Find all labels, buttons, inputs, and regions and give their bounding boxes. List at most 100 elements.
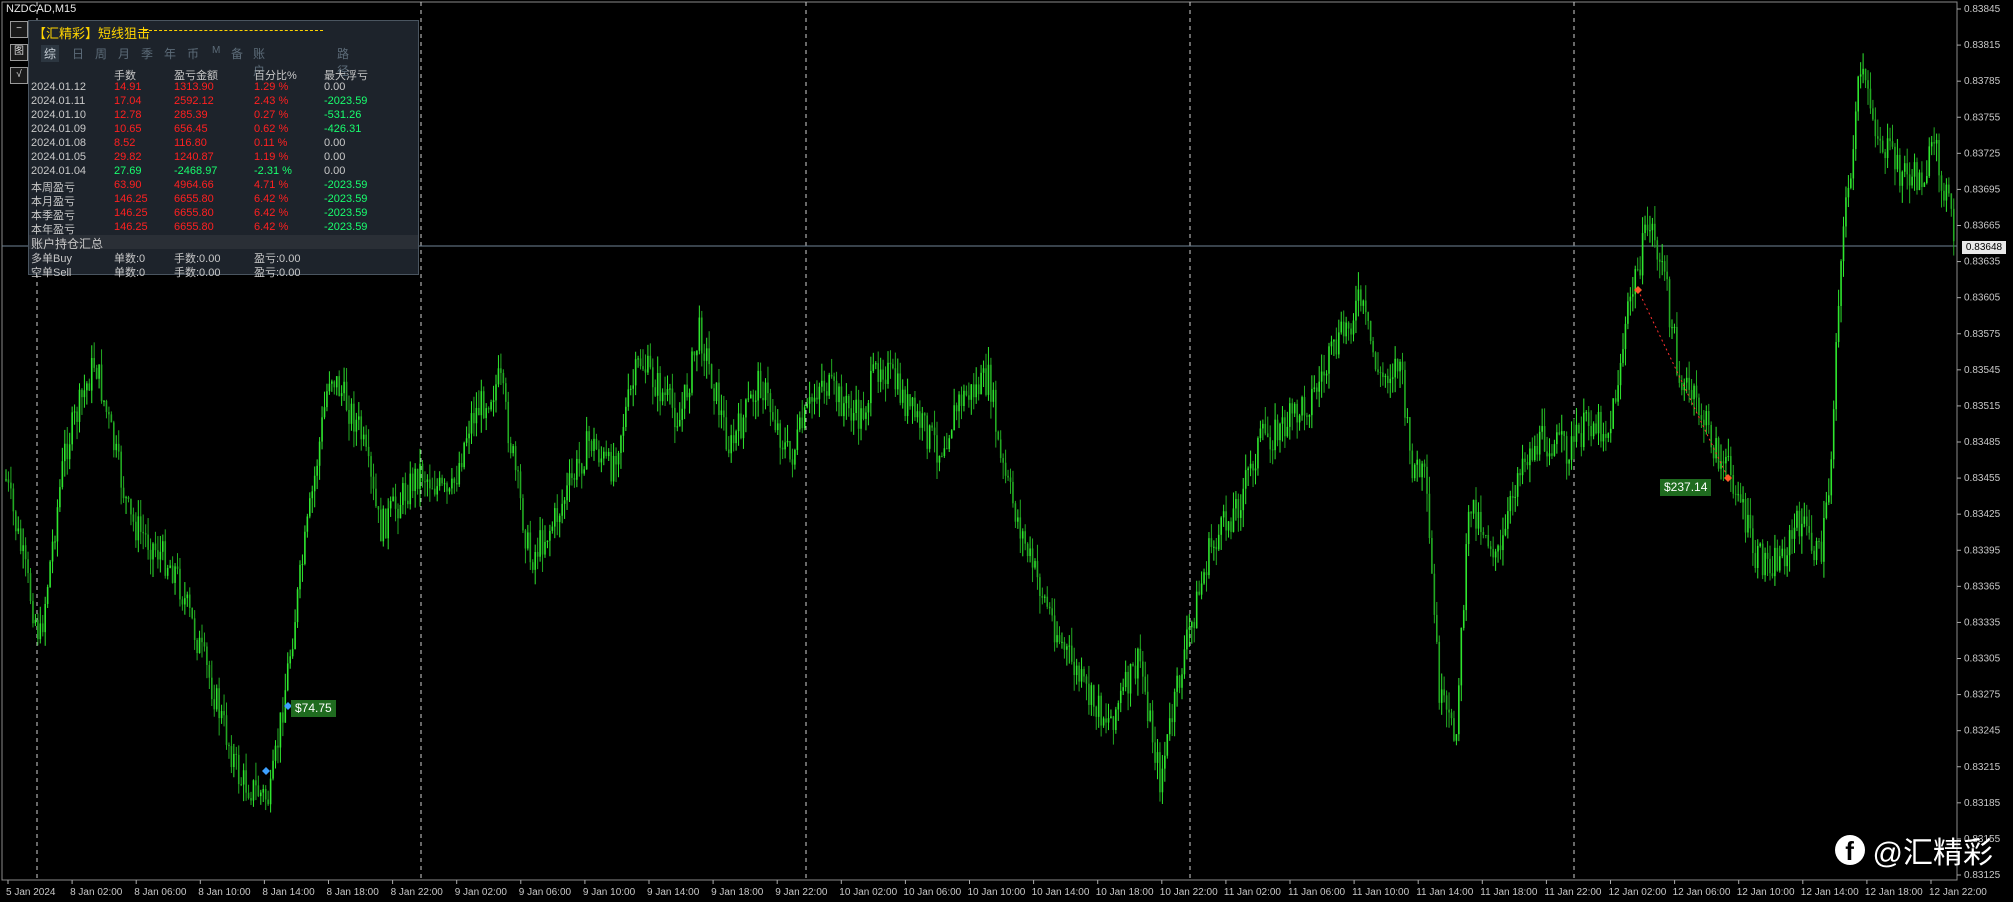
price-tick-label: 0.83305 <box>1964 654 2001 665</box>
candle-body <box>1382 372 1384 378</box>
candle-body <box>1188 627 1191 630</box>
price-tick-label: 0.83365 <box>1964 581 2001 592</box>
candle-body <box>12 488 15 512</box>
candle-body <box>656 373 659 396</box>
candle-body <box>335 376 338 388</box>
candle-body <box>27 559 29 574</box>
candle-body <box>1509 496 1512 512</box>
candle-body <box>649 355 652 368</box>
candle-body <box>1178 675 1181 688</box>
tab-quarter[interactable]: 季 <box>141 45 153 62</box>
candle-body <box>1436 614 1438 642</box>
tab-overview[interactable]: 综 <box>41 45 60 62</box>
candle-body <box>1254 468 1257 471</box>
cell-pct: 6.42 % <box>254 221 289 233</box>
candle-body <box>1063 641 1066 650</box>
candle-body <box>1570 436 1573 460</box>
time-tick-label: 11 Jan 02:00 <box>1224 887 1282 898</box>
candle-body <box>1230 521 1232 532</box>
tab-m[interactable]: M <box>212 45 220 56</box>
candle-body <box>1416 459 1418 465</box>
cell-lots: 63.90 <box>114 179 142 191</box>
candle-body <box>786 441 789 443</box>
candle-body <box>519 471 522 499</box>
candle-body <box>710 364 713 389</box>
candle-body <box>708 348 710 365</box>
candle-body <box>637 358 639 360</box>
candle-body <box>799 417 801 430</box>
candle-body <box>1705 411 1708 426</box>
candle-body <box>1107 718 1110 723</box>
candle-body <box>426 479 429 482</box>
candle-body <box>90 358 93 391</box>
time-tick-label: 10 Jan 14:00 <box>1032 887 1090 898</box>
candle-body <box>198 637 201 654</box>
cell-profit: 6655.80 <box>174 207 214 219</box>
candle-body <box>1852 149 1855 179</box>
candle-body <box>1198 591 1200 595</box>
candle-body <box>774 419 777 431</box>
candle-body <box>1869 88 1872 109</box>
candle-body <box>171 565 174 583</box>
cell-dd: -426.31 <box>324 123 362 135</box>
candle-body <box>1132 664 1134 666</box>
candle-body <box>1842 226 1845 262</box>
candle-body <box>1538 431 1541 455</box>
candle-body <box>1734 493 1737 495</box>
candle-body <box>1698 397 1700 416</box>
candle-body <box>691 351 693 393</box>
candle-body <box>1771 573 1774 577</box>
candle-body <box>242 770 245 785</box>
check-button[interactable]: √ <box>10 67 28 84</box>
candle-body <box>1328 346 1330 374</box>
candle-body <box>1747 514 1749 533</box>
candle-body <box>1881 140 1884 153</box>
candle-body <box>727 449 730 454</box>
chart-toggle-button[interactable]: 图 <box>10 44 28 61</box>
candle-body <box>1438 641 1441 703</box>
price-tick-label: 0.83275 <box>1964 690 2001 701</box>
candle-body <box>762 397 764 401</box>
cell-label: 2024.01.10 <box>31 109 87 121</box>
candle-body <box>78 389 81 422</box>
candle-body <box>436 486 438 495</box>
tab-year[interactable]: 年 <box>164 45 176 62</box>
cell-label: 2024.01.11 <box>31 95 86 107</box>
candle-body <box>1311 388 1313 416</box>
candle-body <box>463 442 465 468</box>
tab-backup[interactable]: 备 <box>231 45 243 62</box>
candle-body <box>1546 451 1548 457</box>
tab-week[interactable]: 周 <box>95 45 107 62</box>
candle-body <box>286 663 289 691</box>
candle-body <box>468 433 470 439</box>
candle-body <box>791 459 794 465</box>
minimize-button[interactable]: − <box>10 21 28 38</box>
candle-body <box>580 463 583 474</box>
tab-currency[interactable]: 币 <box>187 45 199 62</box>
candle-body <box>348 409 350 424</box>
candle-body <box>1399 361 1401 372</box>
candle-body <box>1068 645 1071 647</box>
candle-body <box>1325 373 1328 376</box>
candle-body <box>392 496 394 502</box>
cell-dd: 0.00 <box>324 151 346 163</box>
candle-body <box>358 416 360 420</box>
candle-body <box>909 394 911 407</box>
candle-body <box>492 400 495 403</box>
time-tick-label: 8 Jan 02:00 <box>70 887 123 898</box>
time-tick-label: 8 Jan 18:00 <box>327 887 380 898</box>
tab-day[interactable]: 日 <box>72 45 84 62</box>
candle-body <box>1465 544 1467 611</box>
cell-profit: 6655.80 <box>174 221 214 233</box>
candle-body <box>1271 449 1274 451</box>
candle-body <box>1681 382 1683 391</box>
tab-month[interactable]: 月 <box>118 45 130 62</box>
cell-pct: 6.42 % <box>254 193 289 205</box>
candle-body <box>723 410 725 418</box>
candle-body <box>473 413 475 424</box>
candle-body <box>884 379 887 384</box>
candle-body <box>1627 301 1629 324</box>
cell-profit: 116.80 <box>174 137 207 149</box>
candle-body <box>1191 622 1193 628</box>
candle-body <box>654 387 657 396</box>
